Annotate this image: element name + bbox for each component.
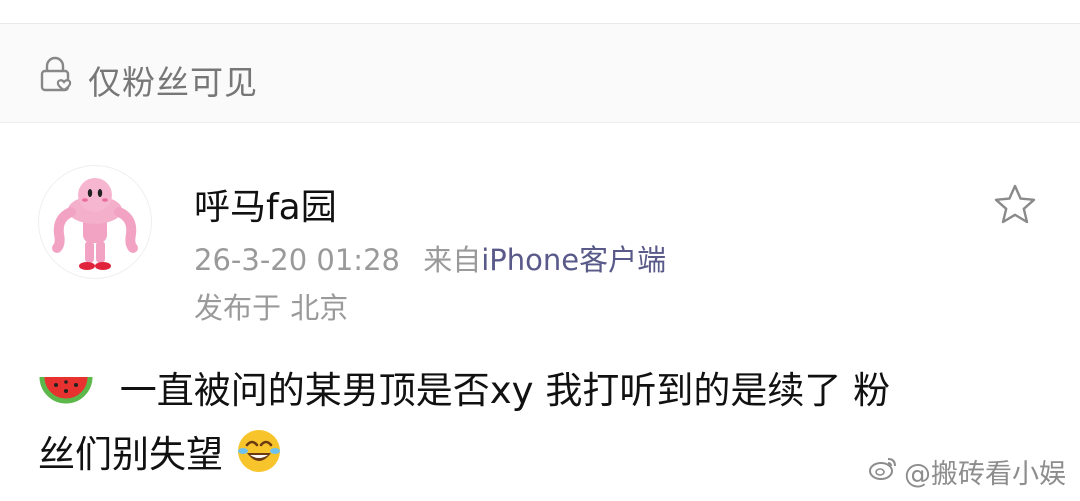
- watermark-text: @搬砖看小娱: [904, 459, 1066, 490]
- post-text-line1: 一直被问的某男顶是否xy 我打听到的是续了 粉: [119, 369, 891, 412]
- star-icon[interactable]: [992, 182, 1038, 228]
- post-text-line2: 丝们别失望: [38, 433, 223, 476]
- weibo-icon: [868, 455, 898, 488]
- lock-heart-icon: [36, 54, 76, 94]
- watermark: @搬砖看小娱: [868, 452, 1066, 491]
- post-time: 26-3-20 01:28: [194, 243, 400, 277]
- post-meta: 26-3-20 01:28 来自iPhone客户端: [194, 237, 666, 279]
- client-link[interactable]: iPhone客户端: [481, 243, 666, 277]
- laughing-crying-icon: [235, 427, 283, 491]
- watermelon-icon: [38, 371, 94, 427]
- author-name[interactable]: 呼马fa园: [194, 178, 337, 230]
- avatar[interactable]: [38, 165, 152, 279]
- visibility-label: 仅粉丝可见: [88, 63, 258, 102]
- post-location: 发布于 北京: [194, 291, 349, 325]
- from-prefix: 来自: [423, 243, 482, 277]
